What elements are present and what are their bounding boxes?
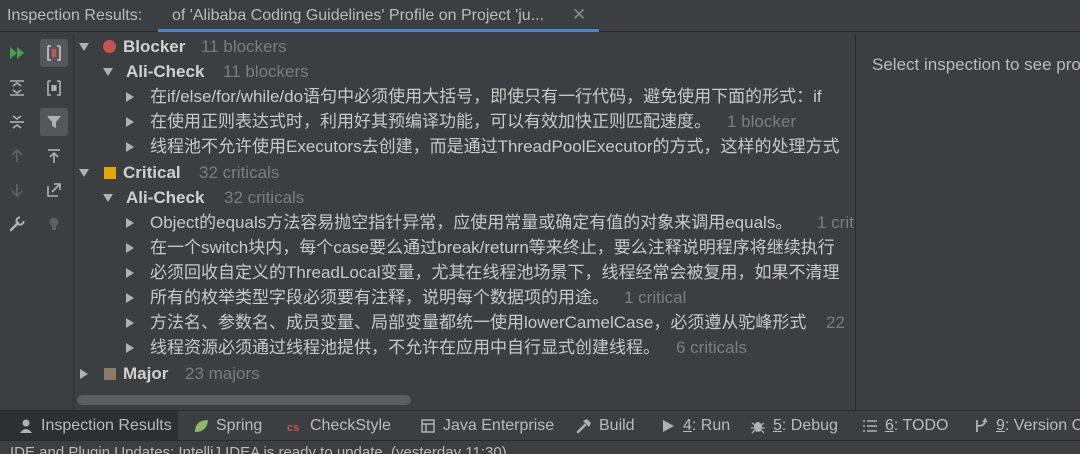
empty-detail-message: Select inspection to see problems here. [872, 55, 1080, 74]
tab-inspection-profile[interactable]: of 'Alibaba Coding Guidelines' Profile o… [158, 0, 599, 32]
tab-label: Spring [216, 417, 263, 434]
chevron-right-icon[interactable] [79, 369, 89, 379]
expand-all-icon[interactable] [3, 74, 31, 102]
rule-label: 线程资源必须通过线程池提供，不允许在应用中自行显式创建线程。 [150, 338, 660, 357]
build-icon [576, 419, 591, 434]
debug-icon [751, 422, 765, 434]
close-icon[interactable]: ✕ [572, 5, 586, 25]
problem-count: 23 majors [185, 364, 260, 383]
group-by-directory-icon[interactable] [40, 74, 68, 102]
tab-version-control[interactable]: 9: Version Control [973, 411, 1080, 441]
group-label: Ali-Check [126, 188, 205, 207]
horizontal-scrollbar[interactable] [77, 395, 411, 405]
checkstyle-icon: cs [287, 422, 299, 434]
tab-inspection-results[interactable]: Inspection Results [0, 411, 178, 441]
tab-build[interactable]: Build [576, 411, 635, 441]
tab-mnemonic: 9 [996, 417, 1005, 434]
settings-icon[interactable] [3, 210, 31, 238]
problem-count: 6 criticals [676, 338, 747, 357]
status-bar: IDE and Plugin Updates: IntelliJ IDEA is… [0, 440, 1080, 454]
run-icon [663, 420, 674, 432]
active-tab-indicator [158, 29, 599, 32]
chevron-down-icon[interactable] [79, 168, 89, 178]
severity-label: Critical [123, 163, 181, 182]
problem-count: 11 blockers [223, 62, 309, 81]
collapse-all-icon[interactable] [3, 108, 31, 136]
chevron-right-icon[interactable] [125, 92, 135, 102]
tab-spring[interactable]: Spring [193, 411, 262, 441]
tab-run[interactable]: 4: Run [660, 411, 730, 441]
inspection-detail-panel: Select inspection to see problems here. [855, 33, 1080, 410]
problem-count: 11 blockers [201, 37, 287, 56]
chevron-right-icon[interactable] [125, 268, 135, 278]
problem-count: 1 blocker [727, 112, 796, 131]
chevron-right-icon[interactable] [125, 293, 135, 303]
rule-label: 所有的枚举类型字段必须要有注释，说明每个数据项的用途。 [150, 288, 609, 307]
java-enterprise-icon [421, 419, 435, 433]
tab-mnemonic: 4 [683, 417, 692, 434]
chevron-down-icon[interactable] [103, 67, 113, 77]
tab-label: Java Enterprise [443, 417, 555, 434]
group-by-severity-icon[interactable] [40, 39, 68, 67]
tool-window-title: Inspection Results: [7, 7, 143, 24]
tab-label: Inspection Results [41, 417, 172, 434]
quick-fix-icon[interactable] [40, 210, 68, 238]
svg-text:cs: cs [287, 422, 299, 434]
tool-window-bar: Inspection Results Spring cs CheckStyle … [0, 410, 1080, 441]
problem-count: 32 criticals [224, 188, 305, 207]
tab-label: Build [599, 417, 635, 434]
spring-icon [195, 420, 208, 432]
previous-icon[interactable] [3, 142, 31, 170]
chevron-right-icon[interactable] [125, 218, 135, 228]
next-icon[interactable] [3, 176, 31, 204]
rule-label: 在使用正则表达式时，利用好其预编译功能，可以有效加快正则匹配速度。 [150, 112, 711, 131]
rule-label: 方法名、参数名、成员变量、局部变量都统一使用lowerCamelCase，必须遵… [150, 313, 807, 332]
tab-label: : Run [691, 417, 731, 434]
tab-debug[interactable]: 5: Debug [750, 411, 838, 441]
tab-java-enterprise[interactable]: Java Enterprise [420, 411, 554, 441]
chevron-right-icon[interactable] [125, 243, 135, 253]
tab-label: CheckStyle [310, 417, 391, 434]
tool-window-header: Inspection Results: of 'Alibaba Coding G… [0, 0, 1080, 32]
tab-checkstyle[interactable]: cs CheckStyle [287, 411, 391, 441]
blocker-severity-icon [103, 40, 116, 53]
critical-severity-icon [104, 167, 116, 179]
inspection-results-tree: Blocker 11 blockers Ali-Check 11 blocker… [75, 33, 854, 410]
inspection-icon [20, 419, 32, 433]
chevron-down-icon[interactable] [103, 193, 113, 203]
problem-count: 32 criticals [199, 163, 280, 182]
filter-icon[interactable] [40, 108, 68, 136]
rule-label: 在一个switch块内，每个case要么通过break/return等来终止，要… [150, 238, 835, 257]
chevron-right-icon[interactable] [125, 142, 135, 152]
tab-mnemonic: 5 [773, 417, 782, 434]
todo-icon [863, 420, 877, 432]
tab-label: of 'Alibaba Coding Guidelines' Profile o… [172, 7, 545, 24]
problem-count: 22 [826, 313, 845, 332]
severity-label: Major [123, 364, 169, 383]
chevron-right-icon[interactable] [125, 343, 135, 353]
rule-label: 在if/else/for/while/do语句中必须使用大括号，即使只有一行代码… [150, 87, 822, 106]
status-message[interactable]: IDE and Plugin Updates: IntelliJ IDEA is… [10, 444, 507, 454]
export-icon[interactable] [40, 142, 68, 170]
inspection-toolbar [0, 33, 74, 410]
tab-label: : TODO [893, 417, 949, 434]
tab-label: : Debug [781, 417, 838, 434]
version-control-icon [976, 418, 988, 432]
tab-mnemonic: 6 [885, 417, 894, 434]
major-severity-icon [104, 368, 116, 380]
rule-label: 必须回收自定义的ThreadLocal变量，尤其在线程池场景下，线程经常会被复用… [150, 263, 840, 282]
chevron-down-icon[interactable] [79, 42, 89, 52]
severity-label: Blocker [123, 37, 186, 56]
group-label: Ali-Check [126, 62, 205, 81]
tab-label: : Version Control [1004, 417, 1080, 434]
chevron-right-icon[interactable] [125, 318, 135, 328]
tab-todo[interactable]: 6: TODO [862, 411, 948, 441]
problem-count: 1 crit [817, 213, 854, 232]
rule-label: 线程池不允许使用Executors去创建，而是通过ThreadPoolExecu… [150, 137, 840, 156]
chevron-right-icon[interactable] [125, 117, 135, 127]
rule-label: Object的equals方法容易抛空指针异常，应使用常量或确定有值的对象来调用… [150, 213, 793, 232]
rerun-icon[interactable] [3, 39, 31, 67]
problem-count: 1 critical [624, 288, 687, 307]
open-in-editor-icon[interactable] [40, 176, 68, 204]
